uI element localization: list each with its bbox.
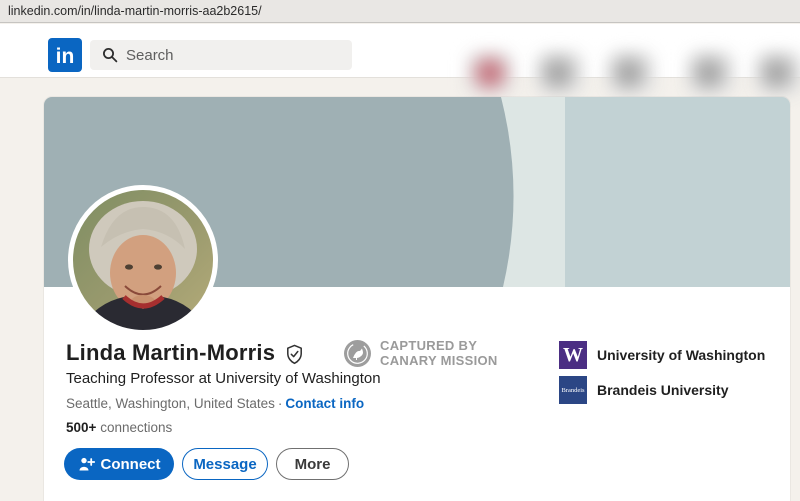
search-input[interactable] (126, 46, 326, 64)
connect-button-label: Connect (100, 455, 161, 473)
separator-dot: · (277, 396, 283, 411)
brandeis-university-logo: Brandeis (559, 376, 587, 404)
person-add-icon (79, 457, 95, 470)
connections-row[interactable]: 500+ connections (66, 420, 172, 435)
connect-button[interactable]: Connect (64, 448, 174, 480)
more-button[interactable]: More (276, 448, 349, 480)
browser-window: linkedin.com/in/linda-martin-morris-aa2b… (0, 0, 800, 501)
linkedin-logo-text: in (55, 45, 75, 68)
profile-photo-image (68, 185, 218, 335)
blurred-nav-icon-4 (694, 58, 724, 88)
canary-mission-logo-icon (344, 339, 371, 367)
browser-url-bar[interactable]: linkedin.com/in/linda-martin-morris-aa2b… (0, 0, 800, 23)
verified-badge-icon[interactable] (283, 343, 306, 366)
url-text: linkedin.com/in/linda-martin-morris-aa2b… (8, 4, 262, 18)
canary-mission-watermark: CAPTURED BY CANARY MISSION (344, 338, 498, 368)
watermark-line2: CANARY MISSION (380, 353, 498, 368)
education-item-university-of-washington[interactable]: W University of Washington (559, 341, 779, 369)
profile-location: Seattle, Washington, United States (66, 396, 275, 411)
blurred-nav-icon-2 (543, 58, 573, 88)
education-item-brandeis-university[interactable]: Brandeis Brandeis University (559, 376, 779, 404)
message-button-label: Message (193, 455, 257, 473)
search-icon (103, 48, 118, 63)
education-list: W University of Washington Brandeis Bran… (559, 341, 779, 411)
education-name: University of Washington (597, 347, 766, 363)
search-input-container[interactable] (90, 40, 352, 70)
blurred-nav-icon-3 (614, 58, 644, 88)
message-button[interactable]: Message (182, 448, 268, 480)
connections-count: 500+ (66, 420, 97, 435)
blurred-nav-icon-1 (475, 58, 505, 88)
university-of-washington-logo: W (559, 341, 587, 369)
linkedin-navbar: in (0, 24, 800, 94)
more-button-label: More (294, 455, 331, 473)
connections-label: connections (100, 420, 173, 435)
profile-card: Linda Martin-Morris CAPTURED BY CANARY M… (44, 97, 790, 501)
profile-headline: Teaching Professor at University of Wash… (66, 370, 381, 387)
linkedin-logo[interactable]: in (48, 38, 82, 72)
blurred-nav-icon-5 (762, 58, 792, 88)
profile-location-row: Seattle, Washington, United States · Conta… (66, 396, 364, 411)
profile-photo[interactable] (68, 185, 218, 335)
education-name: Brandeis University (597, 382, 729, 398)
contact-info-link[interactable]: Contact info (285, 396, 364, 411)
watermark-line1: CAPTURED BY (380, 338, 478, 353)
profile-name: Linda Martin-Morris (66, 340, 276, 365)
